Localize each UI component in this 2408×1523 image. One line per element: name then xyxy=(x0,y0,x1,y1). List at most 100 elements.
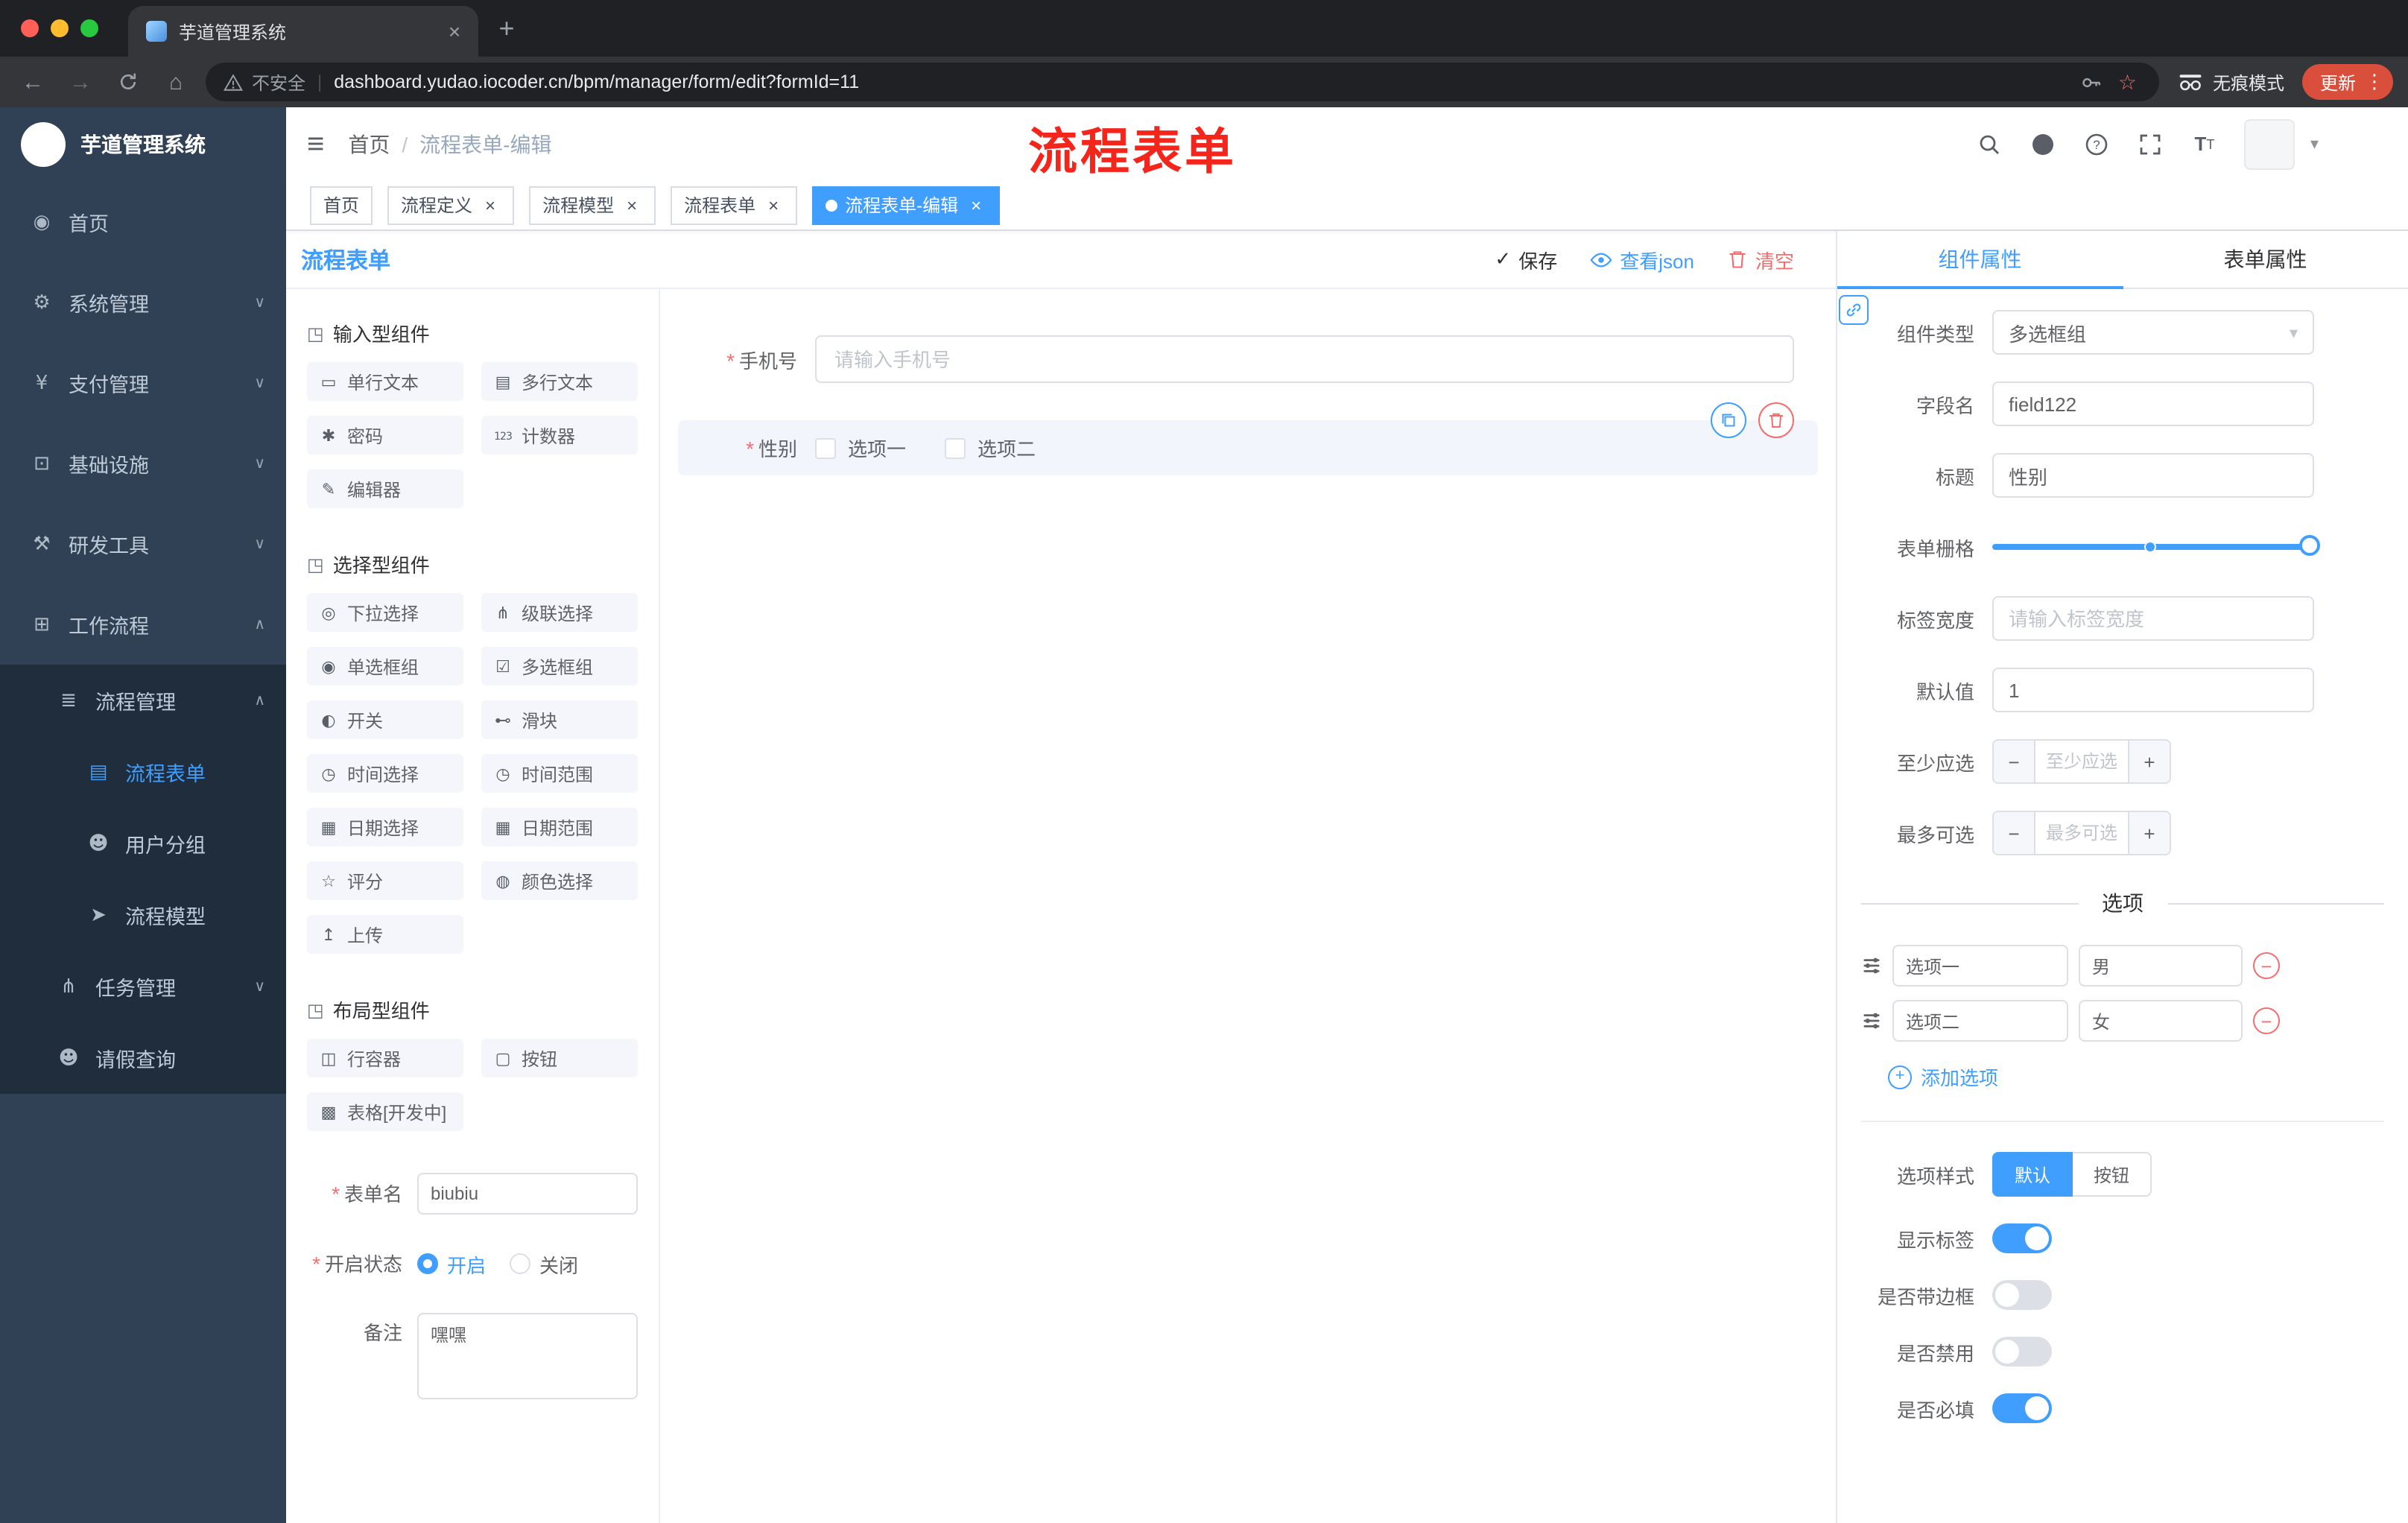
browser-menu-dots-icon[interactable]: ⋮ xyxy=(2365,70,2384,94)
palette-component[interactable]: 单行文本 xyxy=(307,362,463,401)
sidebar-item[interactable]: 系统管理 xyxy=(0,262,286,343)
toggle-switch[interactable] xyxy=(1992,1393,2052,1423)
checkbox-option-1[interactable]: 选项一 xyxy=(815,434,906,462)
browser-update-button[interactable]: 更新 ⋮ xyxy=(2301,64,2393,100)
palette-component[interactable]: 滑块 xyxy=(481,700,638,739)
toggle-switch[interactable] xyxy=(1992,1337,2052,1367)
title-input[interactable] xyxy=(1992,453,2314,498)
palette-component[interactable]: 日期选择 xyxy=(307,808,463,846)
max-select-input[interactable] xyxy=(2035,812,2128,854)
avatar[interactable] xyxy=(2244,118,2295,169)
palette-component[interactable]: 级联选择 xyxy=(481,593,638,632)
drag-handle-icon[interactable] xyxy=(1861,955,1882,976)
browser-tab[interactable]: 芋道管理系统 × xyxy=(128,6,478,57)
tag-close-icon[interactable]: × xyxy=(480,194,501,215)
palette-component[interactable]: 日期范围 xyxy=(481,808,638,846)
remove-option-icon[interactable]: − xyxy=(2253,952,2280,979)
palette-component[interactable]: 多行文本 xyxy=(481,362,638,401)
radio-disabled[interactable]: 关闭 xyxy=(510,1250,578,1278)
clear-button[interactable]: 清空 xyxy=(1727,245,1794,273)
grid-slider[interactable] xyxy=(1992,525,2320,569)
window-minimize-button[interactable] xyxy=(51,19,69,37)
sidebar-item[interactable]: 请假查询 xyxy=(0,1022,286,1094)
palette-component[interactable]: 开关 xyxy=(307,700,463,739)
decrease-button[interactable]: − xyxy=(1994,812,2035,854)
sidebar-item[interactable]: 研发工具 xyxy=(0,504,286,584)
sidebar-item[interactable]: 流程模型 xyxy=(0,879,286,951)
label-width-input[interactable] xyxy=(1992,596,2314,641)
option-label-input[interactable] xyxy=(1892,945,2068,987)
option-value-input[interactable] xyxy=(2079,945,2243,987)
home-button[interactable]: ⌂ xyxy=(158,64,194,100)
window-zoom-button[interactable] xyxy=(80,19,98,37)
gender-field-row[interactable]: * 性别 选项一 选项二 xyxy=(678,402,1818,475)
tag-close-icon[interactable]: × xyxy=(763,194,784,215)
fullscreen-icon[interactable] xyxy=(2138,130,2164,157)
sidebar-item[interactable]: 流程管理 xyxy=(0,665,286,736)
tag-view-item[interactable]: 流程定义 × xyxy=(387,186,515,224)
toggle-switch[interactable] xyxy=(1992,1280,2052,1310)
toggle-switch[interactable] xyxy=(1992,1223,2052,1253)
checkbox-option-2[interactable]: 选项二 xyxy=(945,434,1036,462)
option-label-input[interactable] xyxy=(1892,1000,2068,1042)
help-icon[interactable]: ? xyxy=(2084,130,2111,157)
form-name-input[interactable] xyxy=(417,1173,638,1215)
bookmark-star-icon[interactable]: ☆ xyxy=(2118,69,2137,95)
sidebar-item[interactable]: 流程表单 xyxy=(0,736,286,808)
palette-component[interactable]: 编辑器 xyxy=(307,469,463,508)
window-close-button[interactable] xyxy=(21,19,39,37)
remark-textarea[interactable]: 嘿嘿 xyxy=(417,1313,638,1399)
option-style-button-button[interactable]: 按钮 xyxy=(2073,1152,2152,1197)
palette-component[interactable]: 密码 xyxy=(307,416,463,455)
sidebar-toggle-icon[interactable]: ≡ xyxy=(307,129,324,159)
tag-close-icon[interactable]: × xyxy=(966,194,986,215)
tab-form-props[interactable]: 表单属性 xyxy=(2123,231,2408,288)
option-value-input[interactable] xyxy=(2079,1000,2243,1042)
copy-field-button[interactable] xyxy=(1711,402,1746,438)
tag-view-item[interactable]: 首页 × xyxy=(310,186,373,224)
decrease-button[interactable]: − xyxy=(1994,741,2035,782)
palette-component[interactable]: 时间范围 xyxy=(481,754,638,793)
sidebar-item[interactable]: 工作流程 xyxy=(0,584,286,665)
security-label[interactable]: 不安全 xyxy=(252,69,305,95)
address-bar[interactable]: 不安全 | dashboard.yudao.iocoder.cn/bpm/man… xyxy=(206,63,2159,101)
palette-component[interactable]: 计数器 xyxy=(481,416,638,455)
palette-component[interactable]: 单选框组 xyxy=(307,647,463,685)
palette-component[interactable]: 上传 xyxy=(307,915,463,954)
sidebar-item[interactable]: 基础设施 xyxy=(0,423,286,504)
option-style-default-button[interactable]: 默认 xyxy=(1992,1152,2073,1197)
url-text[interactable]: dashboard.yudao.iocoder.cn/bpm/manager/f… xyxy=(334,72,2072,92)
tag-view-item[interactable]: 流程表单 × xyxy=(671,186,798,224)
phone-input[interactable] xyxy=(815,335,1794,383)
delete-field-button[interactable] xyxy=(1758,402,1794,438)
add-option-button[interactable]: + 添加选项 xyxy=(1888,1063,2384,1091)
increase-button[interactable]: + xyxy=(2128,741,2170,782)
palette-component[interactable]: 时间选择 xyxy=(307,754,463,793)
palette-component[interactable]: 表格[开发中] xyxy=(307,1092,463,1131)
checkbox-icon[interactable] xyxy=(945,437,966,458)
min-select-input[interactable] xyxy=(2035,741,2128,782)
increase-button[interactable]: + xyxy=(2128,812,2170,854)
view-json-button[interactable]: 查看json xyxy=(1590,245,1694,273)
forward-button[interactable]: → xyxy=(63,64,98,100)
sidebar-item[interactable]: 支付管理 xyxy=(0,343,286,423)
github-icon[interactable] xyxy=(2030,130,2057,157)
palette-component[interactable]: 下拉选择 xyxy=(307,593,463,632)
checkbox-icon[interactable] xyxy=(815,437,836,458)
palette-component[interactable]: 按钮 xyxy=(481,1039,638,1077)
remove-option-icon[interactable]: − xyxy=(2253,1007,2280,1034)
phone-field-row[interactable]: * 手机号 xyxy=(678,322,1818,396)
tab-component-props[interactable]: 组件属性 xyxy=(1837,231,2123,289)
link-corner-button[interactable] xyxy=(1839,295,1869,325)
breadcrumb-home[interactable]: 首页 xyxy=(348,129,390,159)
field-name-input[interactable] xyxy=(1992,381,2314,426)
password-key-icon[interactable] xyxy=(2081,71,2103,93)
new-tab-button[interactable]: + xyxy=(487,9,526,48)
save-button[interactable]: ✓ 保存 xyxy=(1495,245,1557,273)
sidebar-item[interactable]: 用户分组 xyxy=(0,808,286,879)
font-size-icon[interactable]: TT xyxy=(2191,130,2218,157)
avatar-caret-icon[interactable]: ▾ xyxy=(2310,134,2319,153)
palette-component[interactable]: 评分 xyxy=(307,861,463,900)
tag-view-item[interactable]: 流程模型 × xyxy=(529,186,656,224)
search-icon[interactable] xyxy=(1977,130,2003,157)
